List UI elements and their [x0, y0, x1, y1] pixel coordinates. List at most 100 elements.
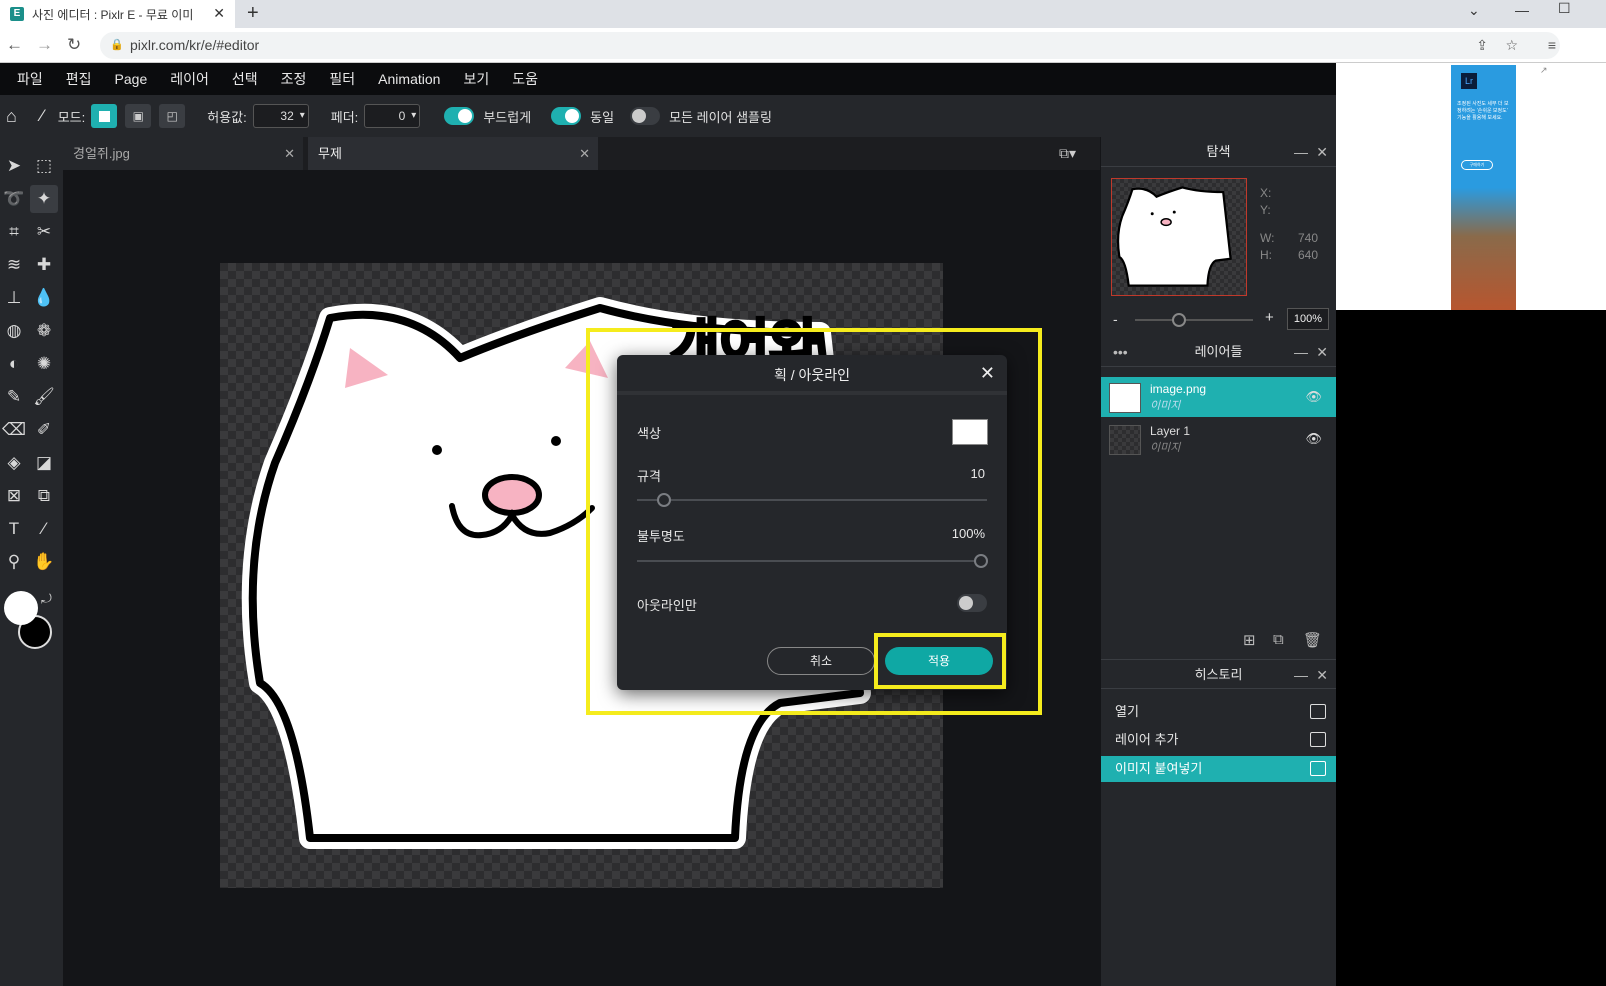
hand-tool-icon[interactable]: ✋ — [30, 548, 58, 576]
arrange-tool-icon[interactable]: ➤ — [0, 152, 28, 180]
feather-input[interactable]: 0 — [364, 104, 421, 128]
ad-info-icon[interactable]: ↗ — [1540, 65, 1548, 76]
eyedropper-tool-icon[interactable]: ⁄ — [30, 515, 58, 543]
zoom-out-icon[interactable]: - — [1113, 311, 1118, 327]
share-icon[interactable]: ⇪ — [1476, 32, 1488, 59]
home-icon[interactable]: ⌂ — [6, 106, 17, 127]
menu-adjust[interactable]: 조정 — [281, 69, 307, 89]
layers-close-icon[interactable]: ✕ — [1316, 337, 1328, 367]
add-layer-icon[interactable]: ⊞ — [1243, 631, 1256, 649]
reading-list-icon[interactable]: ≡ — [1548, 32, 1556, 59]
menu-animation[interactable]: Animation — [378, 71, 440, 87]
history-item-open[interactable]: 열기 — [1101, 699, 1336, 725]
layers-minimize-icon[interactable]: — — [1294, 337, 1308, 367]
menu-layer[interactable]: 레이어 — [170, 69, 209, 89]
navigator-preview[interactable] — [1111, 178, 1247, 296]
size-slider[interactable] — [637, 493, 987, 507]
ad-cta-button[interactable]: 구매하기 — [1461, 160, 1493, 170]
layer-row-layer1[interactable]: Layer 1 이미지 👁 — [1101, 419, 1336, 459]
tab-doc-1[interactable]: 경얼쥐.jpg ✕ — [63, 137, 303, 170]
layer-visibility-eye-icon[interactable]: 👁 — [1305, 389, 1322, 405]
maximize-icon[interactable]: ☐ — [1558, 0, 1571, 17]
zoom-in-icon[interactable]: + — [1265, 309, 1274, 326]
layer-visibility-eye-icon[interactable]: 👁 — [1305, 431, 1322, 447]
swap-colors-icon[interactable]: ⤾ — [41, 591, 52, 607]
forward-icon[interactable]: → — [36, 35, 53, 55]
cancel-button[interactable]: 취소 — [767, 647, 875, 675]
close-tab-icon[interactable]: ✕ — [213, 5, 225, 22]
contiguous-toggle[interactable] — [551, 107, 582, 125]
minimize-icon[interactable]: — — [1515, 2, 1529, 18]
tab-list-icon[interactable]: ⌄ — [1468, 2, 1480, 19]
navigator-minimize-icon[interactable]: — — [1294, 137, 1308, 167]
menu-file[interactable]: 파일 — [17, 69, 43, 89]
size-slider-handle[interactable] — [657, 493, 671, 507]
lasso-tool-icon[interactable]: ➰ — [0, 185, 28, 213]
gradient-tool-icon[interactable]: ◪ — [30, 449, 58, 477]
magic-wand-tool-icon[interactable]: ✦ — [30, 185, 58, 213]
zoom-slider[interactable] — [1135, 313, 1253, 327]
close-doc-1-icon[interactable]: ✕ — [284, 137, 295, 170]
opacity-slider[interactable] — [637, 554, 988, 568]
brush-tool-icon[interactable]: 🖌 — [30, 383, 58, 411]
menu-help[interactable]: 도움 — [512, 69, 538, 89]
outline-only-toggle[interactable] — [957, 594, 987, 612]
dialog-close-icon[interactable]: ✕ — [980, 363, 995, 384]
heal-tool-icon[interactable]: ✚ — [30, 251, 58, 279]
menu-page[interactable]: Page — [115, 71, 148, 87]
ad-banner[interactable]: Lr 조정된 사진도 세부 더 보정하려는 '손쉬운 보정도' 기능을 활용해 … — [1451, 65, 1516, 310]
history-minimize-icon[interactable]: — — [1294, 660, 1308, 690]
shape-tool-icon[interactable]: ⧉ — [30, 482, 58, 510]
mode-add-button[interactable]: ▣ — [125, 104, 152, 128]
bookmark-star-icon[interactable]: ☆ — [1505, 32, 1518, 59]
sample-all-toggle[interactable] — [630, 107, 661, 125]
color-replace-tool-icon[interactable]: ✺ — [30, 350, 58, 378]
menu-edit[interactable]: 편집 — [66, 69, 92, 89]
text-tool-icon[interactable]: T — [0, 515, 28, 543]
liquify-tool-icon[interactable]: ≋ — [0, 251, 28, 279]
zoom-input[interactable]: 100% — [1287, 308, 1329, 330]
navigator-close-icon[interactable]: ✕ — [1316, 137, 1328, 167]
browser-tab[interactable]: E 사진 에디터 : Pixlr E - 무료 이미 ✕ — [0, 0, 235, 28]
crop-tool-icon[interactable]: ⌗ — [0, 218, 28, 246]
back-icon[interactable]: ← — [6, 35, 23, 55]
layers-menu-icon[interactable]: ••• — [1113, 337, 1128, 367]
blur-tool-icon[interactable]: 💧 — [30, 284, 58, 312]
mode-subtract-button[interactable]: ◰ — [159, 104, 186, 128]
image-placeholder-tool-icon[interactable]: ⊠ — [0, 482, 28, 510]
dodge-burn-tool-icon[interactable]: ◐ — [0, 350, 28, 378]
cutout-tool-icon[interactable]: ✂ — [30, 218, 58, 246]
close-doc-2-icon[interactable]: ✕ — [579, 137, 590, 170]
clone-stamp-tool-icon[interactable]: ⊥ — [0, 284, 28, 312]
duplicate-layer-icon[interactable]: ⧉ — [1273, 631, 1284, 648]
color-brush-tool-icon[interactable]: ✐ — [30, 416, 58, 444]
tolerance-input[interactable]: 32 — [252, 104, 309, 128]
mode-new-button[interactable] — [91, 104, 118, 128]
foreground-color-swatch[interactable] — [4, 591, 38, 625]
eraser-tool-icon[interactable]: ⌫ — [0, 416, 28, 444]
pattern-tool-icon[interactable]: ❁ — [30, 317, 58, 345]
smooth-toggle[interactable] — [444, 107, 475, 125]
reload-icon[interactable]: ↻ — [67, 35, 81, 55]
sponge-tool-icon[interactable]: ◍ — [0, 317, 28, 345]
color-swatch-button[interactable] — [952, 419, 988, 445]
new-tab-icon[interactable]: + — [247, 2, 259, 25]
menu-filter[interactable]: 필터 — [329, 69, 355, 89]
history-item-paste-image[interactable]: 이미지 붙여넣기 — [1101, 756, 1336, 782]
zoom-tool-icon[interactable]: ⚲ — [0, 548, 28, 576]
opacity-slider-handle[interactable] — [974, 554, 988, 568]
fill-tool-icon[interactable]: ◈ — [0, 449, 28, 477]
pencil-tool-icon[interactable]: ✎ — [0, 383, 28, 411]
window-arrange-icon[interactable]: ⧉▾ — [1059, 145, 1076, 162]
menu-view[interactable]: 보기 — [463, 69, 489, 89]
menu-select[interactable]: 선택 — [232, 69, 258, 89]
delete-layer-icon[interactable]: 🗑 — [1303, 631, 1322, 649]
address-bar[interactable]: 🔒 pixlr.com/kr/e/#editor ⇪ ☆ ≡ — [100, 32, 1560, 59]
history-item-add-layer[interactable]: 레이어 추가 — [1101, 727, 1336, 753]
marquee-tool-icon[interactable]: ⬚ — [30, 152, 58, 180]
browser-tabbar: E 사진 에디터 : Pixlr E - 무료 이미 ✕ + ⌄ — ☐ — [0, 0, 1606, 28]
history-close-icon[interactable]: ✕ — [1316, 660, 1328, 690]
tab-doc-2[interactable]: 무제 ✕ — [308, 137, 598, 170]
zoom-slider-handle[interactable] — [1172, 313, 1186, 327]
layer-row-image[interactable]: image.png 이미지 👁 — [1101, 377, 1336, 417]
